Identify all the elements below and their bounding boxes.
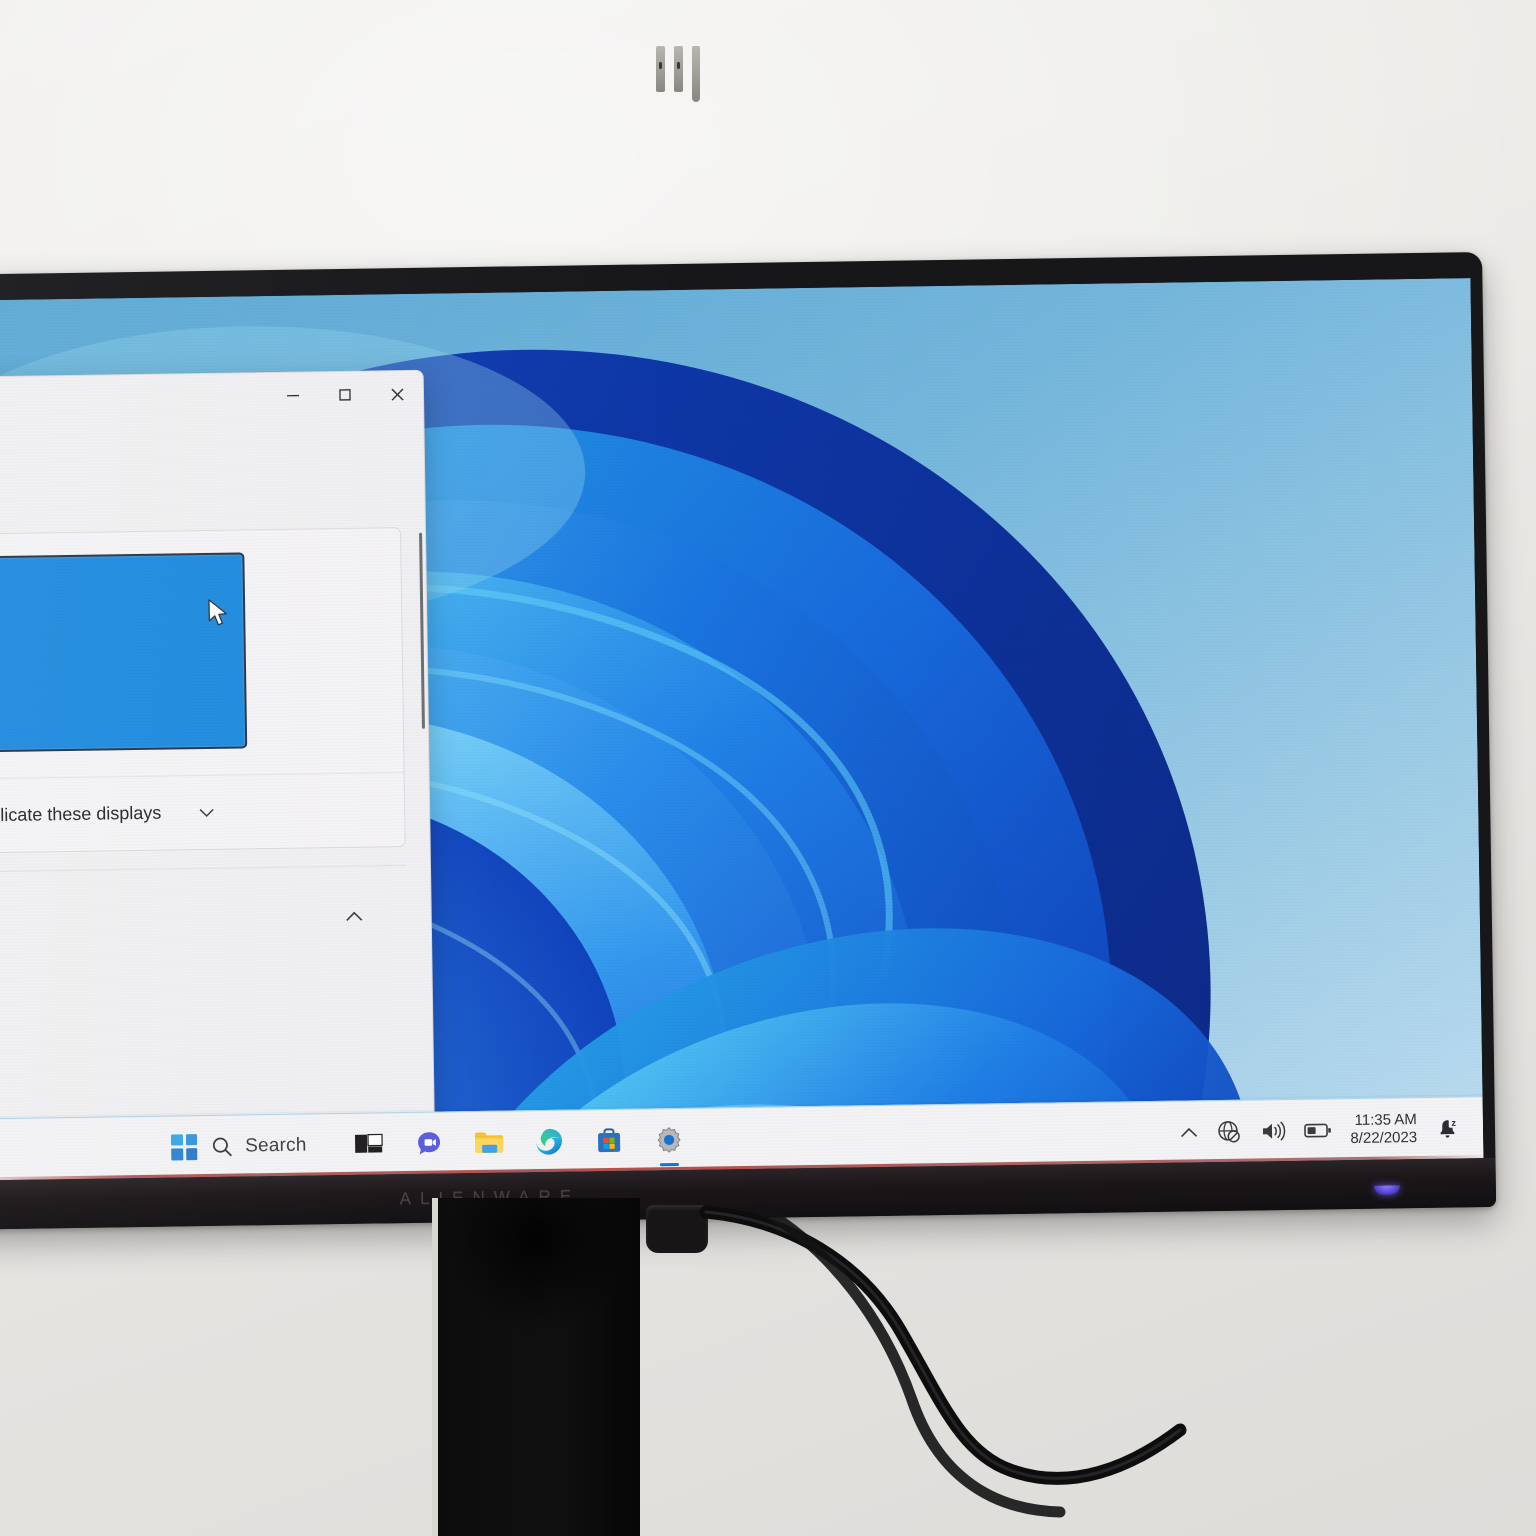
do-not-disturb-bell-icon[interactable]: z [1435,1115,1461,1141]
power-plug-body [646,1205,708,1253]
start-tile-2 [185,1133,198,1146]
power-plug-prong-left [656,46,665,92]
clock-time: 11:35 AM [1354,1110,1417,1129]
microsoft-store-icon[interactable] [592,1123,627,1158]
chevron-down-icon [199,808,214,817]
volume-icon[interactable] [1260,1119,1286,1143]
minimize-button[interactable] [267,372,320,419]
power-plug-ground-pin [692,46,700,102]
monitor-stand-neck [432,1198,640,1536]
display-actions-row: Identify Duplicate these displays [0,772,405,856]
window-titlebar[interactable] [0,371,424,443]
close-button[interactable] [371,371,424,418]
power-plug-prong-right [674,46,683,92]
network-disconnected-icon[interactable] [1216,1118,1242,1144]
display-tiles: 1|2 [0,550,404,782]
chat-teams-icon[interactable] [412,1126,447,1161]
display-arrangement-card: 1|2 Identify Duplicate these displays [0,527,406,857]
close-icon [390,388,404,401]
maximize-icon [339,389,351,401]
search-button[interactable]: Search [211,1134,307,1157]
taskbar-app-icons [352,1122,686,1161]
monitor-screen: splays to rearrange them. 1|2 Ident [0,278,1484,1181]
edge-browser-icon[interactable] [532,1124,567,1159]
start-tile-4 [185,1148,198,1160]
search-icon [212,1137,232,1156]
multiple-displays-section[interactable] [0,865,408,961]
battery-icon[interactable] [1304,1121,1332,1139]
maximize-button[interactable] [319,371,372,418]
power-led-indicator [1373,1185,1400,1195]
search-label: Search [244,1134,307,1156]
mouse-cursor-icon [208,599,227,626]
alienware-monitor: splays to rearrange them. 1|2 Ident [0,252,1497,1230]
display-mode-label: Duplicate these displays [0,802,162,826]
svg-text:z: z [1451,1117,1456,1127]
taskbar-left-group: Search [0,1132,307,1163]
system-tray: 11:35 AM 8/22/2023 z [1180,1110,1483,1150]
rearrange-hint: splays to rearrange them. [0,433,401,531]
task-view-icon[interactable] [352,1127,387,1162]
display-tile-duplicated[interactable]: 1|2 [0,552,248,756]
settings-gear-icon[interactable] [652,1122,687,1157]
file-explorer-icon[interactable] [472,1125,507,1160]
display-mode-dropdown[interactable]: Duplicate these displays [0,802,214,827]
minimize-icon [286,394,300,397]
disconnected-status-line: sconnected [0,999,409,1059]
tray-chevron-up-icon[interactable] [1180,1126,1198,1138]
display-settings-window[interactable]: splays to rearrange them. 1|2 Ident [0,369,436,1171]
start-tile-1 [170,1133,183,1146]
taskbar-clock[interactable]: 11:35 AM 8/22/2023 [1350,1111,1417,1147]
start-button[interactable] [170,1133,198,1161]
window-content: splays to rearrange them. 1|2 Ident [0,433,433,1059]
photo-scene: splays to rearrange them. 1|2 Ident [0,0,1536,1536]
window-controls [267,371,424,419]
chevron-up-icon[interactable] [346,911,363,922]
clock-date: 8/22/2023 [1350,1128,1418,1147]
start-tile-3 [171,1148,183,1161]
